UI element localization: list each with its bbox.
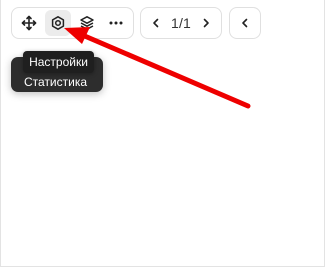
collapse-group [229,7,261,39]
move-button[interactable] [16,10,42,36]
settings-tooltip: Настройки [23,51,94,73]
more-button[interactable] [103,10,129,36]
page-indicator: 1/1 [170,15,192,31]
pager-group: 1/1 [140,7,222,39]
next-page-button[interactable] [197,10,215,36]
layers-icon [80,16,94,30]
settings-button[interactable] [45,10,71,36]
collapse-button[interactable] [232,10,258,36]
settings-icon [51,16,65,30]
chevron-right-icon [203,18,209,28]
move-icon [21,15,37,31]
prev-page-button[interactable] [147,10,165,36]
tools-group [11,7,134,39]
chevron-left-icon [242,18,248,28]
layers-button[interactable] [74,10,100,36]
more-icon [109,21,123,25]
map-panel [0,0,325,267]
chevron-left-icon [153,18,159,28]
